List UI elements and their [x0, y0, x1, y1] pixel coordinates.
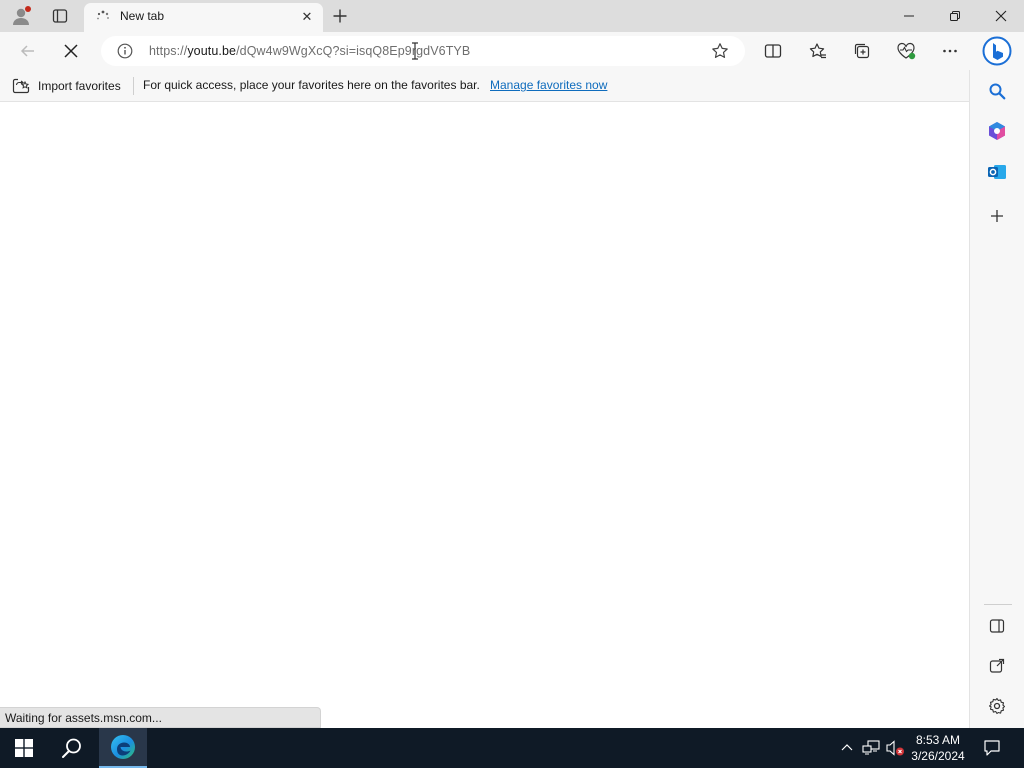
url-path: /dQw4w9WgXcQ?si=isqQ8Ep9rgdV6TYB	[236, 44, 471, 58]
manage-favorites-link[interactable]: Manage favorites now	[490, 78, 607, 92]
edge-icon	[111, 735, 135, 759]
taskbar-search-button[interactable]	[48, 728, 96, 768]
external-link-icon	[989, 658, 1005, 673]
url-text[interactable]: https://youtu.be/dQw4w9WgXcQ?si=isqQ8Ep9…	[149, 44, 470, 58]
split-screen-icon	[764, 44, 782, 58]
bing-icon	[982, 36, 1012, 66]
start-button[interactable]	[0, 728, 48, 768]
search-icon	[989, 83, 1006, 100]
notification-icon	[984, 740, 1000, 756]
gear-icon	[988, 697, 1006, 715]
clock-time: 8:53 AM	[915, 733, 961, 747]
chevron-up-icon	[841, 744, 853, 751]
stop-loading-button[interactable]	[55, 35, 87, 67]
taskbar: 8:53 AM 3/26/2024	[0, 728, 1024, 768]
tab-title: New tab	[120, 9, 165, 23]
tray-overflow-button[interactable]	[837, 738, 857, 758]
taskbar-clock[interactable]: 8:53 AM 3/26/2024	[906, 732, 970, 764]
address-bar[interactable]: https://youtu.be/dQw4w9WgXcQ?si=isqQ8Ep9…	[101, 36, 745, 66]
restore-icon	[950, 11, 960, 21]
favorites-icon	[809, 43, 826, 59]
sidebar-item-outlook[interactable]	[982, 157, 1012, 187]
network-icon	[862, 740, 880, 755]
more-button[interactable]	[934, 35, 966, 67]
favorites-bar-message: For quick access, place your favorites h…	[143, 78, 480, 92]
heart-pulse-icon	[897, 42, 916, 60]
plus-icon	[333, 9, 347, 23]
tab-close-button[interactable]: ✕	[297, 7, 317, 27]
import-icon	[12, 78, 30, 94]
text-cursor-icon	[412, 42, 418, 60]
search-icon	[62, 738, 81, 758]
import-favorites-button[interactable]: Import favorites	[12, 76, 121, 96]
outlook-icon	[988, 165, 1006, 179]
sidebar-item-office[interactable]	[982, 116, 1012, 146]
office-icon	[989, 122, 1005, 140]
loading-icon	[97, 10, 109, 20]
toolbar: https://youtu.be/dQw4w9WgXcQ?si=isqQ8Ep9…	[0, 32, 1024, 70]
hide-sidebar-button[interactable]	[982, 611, 1012, 641]
favorites-bar: Import favorites For quick access, place…	[0, 70, 969, 102]
edge-sidebar	[969, 70, 1024, 728]
sidebar-icon	[989, 619, 1005, 633]
back-arrow-icon	[20, 45, 34, 57]
import-favorites-label: Import favorites	[38, 79, 121, 93]
restore-button[interactable]	[932, 0, 978, 32]
sidebar-item-search[interactable]	[982, 76, 1012, 106]
profile-button[interactable]	[2, 0, 42, 32]
browser-essentials-button[interactable]	[890, 35, 922, 67]
windows-start-icon	[15, 739, 33, 757]
back-button[interactable]	[12, 35, 44, 67]
close-icon: ✕	[301, 9, 313, 24]
new-tab-button[interactable]	[320, 0, 360, 32]
star-icon[interactable]	[711, 42, 729, 60]
volume-muted-icon	[886, 740, 904, 756]
tab-new-tab[interactable]: New tab ✕	[84, 3, 323, 32]
collections-button[interactable]	[846, 35, 878, 67]
sidebar-divider	[984, 604, 1012, 605]
plus-icon	[991, 210, 1003, 222]
tab-actions-icon	[52, 9, 68, 23]
favorites-divider	[133, 77, 134, 95]
info-icon[interactable]	[117, 43, 133, 59]
close-window-button[interactable]	[978, 0, 1024, 32]
sidebar-add-button[interactable]	[982, 201, 1012, 231]
split-screen-button[interactable]	[757, 35, 789, 67]
collections-icon	[854, 43, 870, 59]
notifications-button[interactable]	[982, 738, 1002, 758]
url-prefix: https://	[149, 44, 188, 58]
sidebar-settings-button[interactable]	[982, 691, 1012, 721]
page-content[interactable]	[0, 102, 969, 728]
taskbar-edge-button[interactable]	[99, 728, 147, 768]
ellipsis-icon	[943, 49, 957, 53]
copilot-button[interactable]	[980, 34, 1014, 68]
volume-button[interactable]	[885, 738, 905, 758]
title-bar: New tab ✕	[0, 0, 1024, 32]
profile-icon	[13, 6, 31, 25]
tab-actions-button[interactable]	[40, 0, 80, 32]
status-bar: Waiting for assets.msn.com...	[0, 707, 321, 728]
url-host: youtu.be	[187, 44, 237, 58]
close-icon	[995, 10, 1007, 22]
favorites-button[interactable]	[802, 35, 834, 67]
minimize-button[interactable]	[886, 0, 932, 32]
stop-icon	[64, 44, 78, 58]
minimize-icon	[904, 15, 914, 17]
open-external-button[interactable]	[982, 651, 1012, 681]
clock-date: 3/26/2024	[911, 749, 965, 763]
network-button[interactable]	[861, 738, 881, 758]
